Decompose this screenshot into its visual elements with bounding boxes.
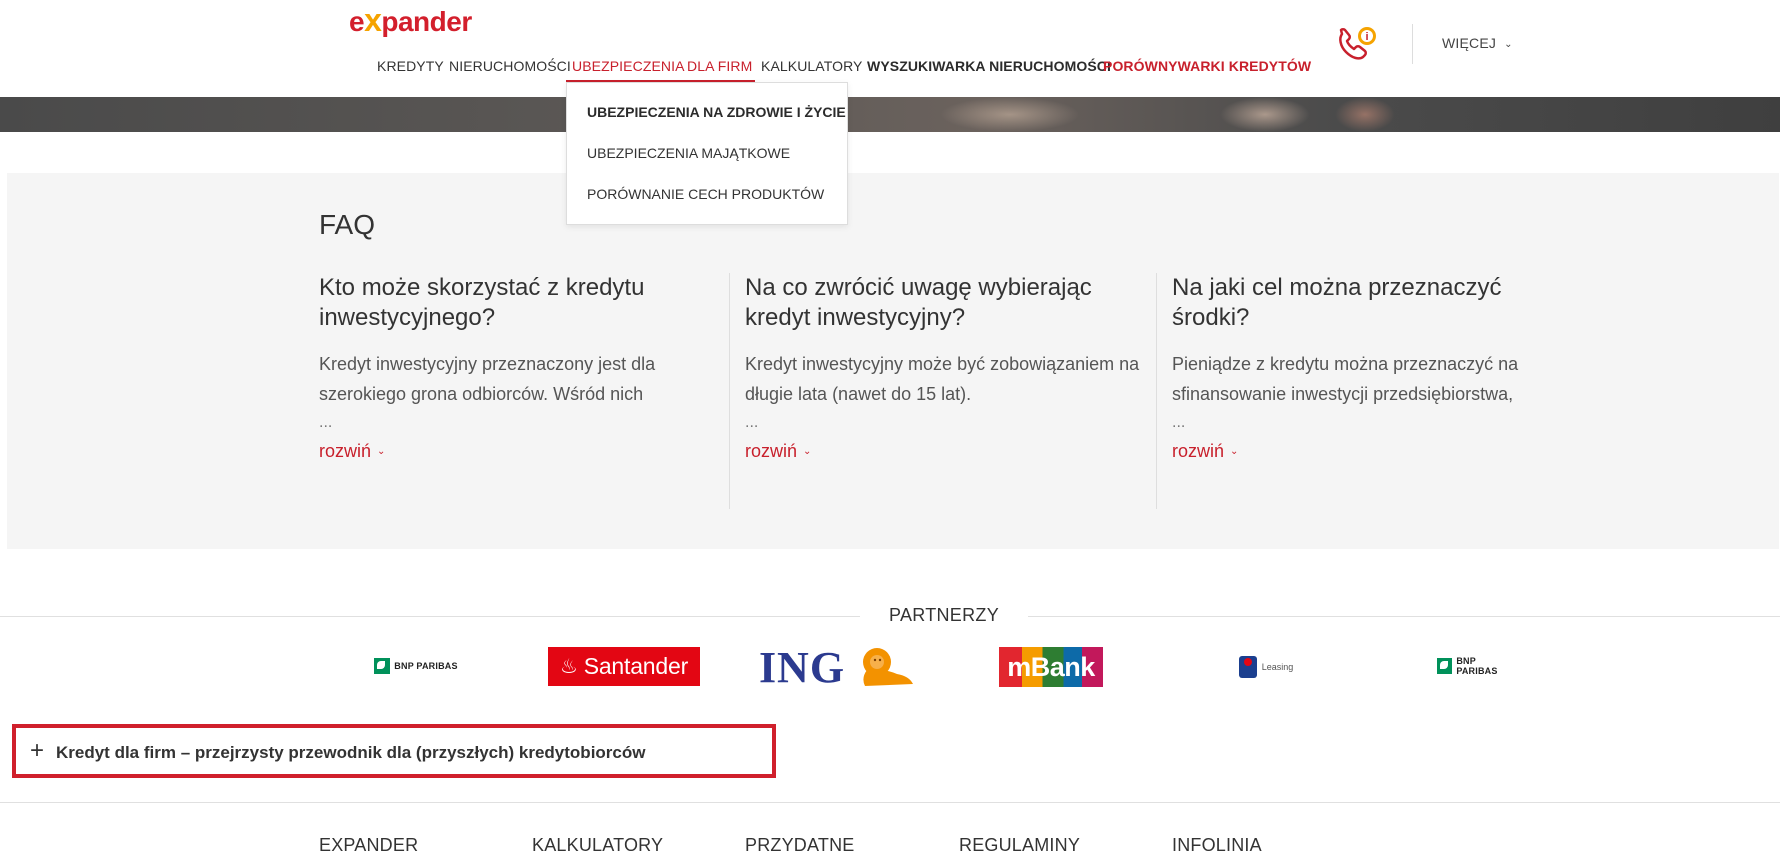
partner-logo-bnp-paribas[interactable]: BNP PARIBAS <box>1437 656 1517 676</box>
footer-heading-expander[interactable]: EXPANDER <box>319 835 418 856</box>
dropdown-item-porownanie[interactable]: PORÓWNANIE CECH PRODUKTÓW <box>587 186 824 202</box>
more-label: WIĘCEJ <box>1442 35 1497 51</box>
pko-mark-icon <box>1238 656 1257 678</box>
faq-ellipsis: ... <box>745 414 759 431</box>
faq-question: Kto może skorzystać z kredytu inwestycyj… <box>319 274 645 331</box>
more-menu-button[interactable]: WIĘCEJ ⌄ <box>1442 35 1513 51</box>
faq-expand-link[interactable]: rozwiń ⌄ <box>1172 441 1238 462</box>
dropdown-item-majatkowe[interactable]: UBEZPIECZENIA MAJĄTKOWE <box>587 145 790 161</box>
footer-heading-infolinia[interactable]: INFOLINIA <box>1172 835 1262 856</box>
faq-item: Na jaki cel można przeznaczyć środki? Pi… <box>1172 273 1542 462</box>
partners-divider-left <box>0 616 860 617</box>
nav-kalkulatory[interactable]: KALKULATORY <box>761 58 862 74</box>
hero-image-strip <box>0 97 1780 132</box>
faq-ellipsis: ... <box>319 414 333 431</box>
chevron-down-icon: ⌄ <box>1230 446 1239 457</box>
footer-heading-regulaminy[interactable]: REGULAMINY <box>959 835 1080 856</box>
faq-question: Na co zwrócić uwagę wybierając kredyt in… <box>745 274 1092 331</box>
faq-section: FAQ Kto może skorzystać z kredytu inwest… <box>7 173 1779 549</box>
main-nav: KREDYTY NIERUCHOMOŚCI UBEZPIECZENIA DLA … <box>0 58 1780 80</box>
partner-logo-bnp-paribas[interactable]: BNP PARIBAS <box>371 656 461 676</box>
footer-heading-przydatne[interactable]: PRZYDATNE <box>745 835 854 856</box>
dropdown-item-zdrowie-zycie[interactable]: UBEZPIECZENIA NA ZDROWIE I ŻYCIE <box>587 104 846 120</box>
faq-expand-link[interactable]: rozwiń ⌄ <box>745 441 811 462</box>
bnp-leaf-icon <box>374 658 391 674</box>
partners-divider-right <box>1028 616 1780 617</box>
faq-separator <box>729 273 730 509</box>
site-header: expander KREDYTY NIERUCHOMOŚCI UBEZPIECZ… <box>0 0 1780 97</box>
nav-kredyty[interactable]: KREDYTY <box>377 58 444 74</box>
info-badge-text: i <box>1365 31 1368 43</box>
chevron-down-icon: ⌄ <box>1504 39 1513 50</box>
nav-wyszukiwarka-nieruchomosci[interactable]: WYSZUKIWARKA NIERUCHOMOŚCI <box>867 58 1111 74</box>
bnp-leaf-icon <box>1437 658 1453 674</box>
expander-logo[interactable]: expander <box>349 2 472 39</box>
faq-expand-link[interactable]: rozwiń ⌄ <box>319 441 385 462</box>
faq-item: Kto może skorzystać z kredytu inwestycyj… <box>319 273 679 462</box>
footer-heading-kalkulatory[interactable]: KALKULATORY <box>532 835 663 856</box>
faq-answer: Pieniądze z kredytu można przeznaczyć na… <box>1172 354 1519 404</box>
faq-item: Na co zwrócić uwagę wybierając kredyt in… <box>745 273 1145 462</box>
faq-question: Na jaki cel można przeznaczyć środki? <box>1172 274 1502 331</box>
chevron-down-icon: ⌄ <box>803 446 812 457</box>
nav-dla-firm[interactable]: DLA FIRM <box>687 58 752 74</box>
faq-separator <box>1156 273 1157 509</box>
santander-flame-icon: ♨ <box>559 656 578 678</box>
nav-ubezpieczenia[interactable]: UBEZPIECZENIA <box>572 58 685 74</box>
partner-logo-mbank[interactable]: mBank <box>999 647 1103 687</box>
faq-ellipsis: ... <box>1172 414 1186 431</box>
partners-title: PARTNERZY <box>888 605 1000 625</box>
phone-info-icon[interactable]: i <box>1336 24 1380 64</box>
chevron-down-icon: ⌄ <box>377 446 386 457</box>
partner-logo-santander[interactable]: ♨ Santander <box>548 647 700 686</box>
nav-nieruchomosci[interactable]: NIERUCHOMOŚCI <box>449 58 571 74</box>
plus-icon: + <box>30 737 45 764</box>
faq-title: FAQ <box>319 209 376 240</box>
ubezpieczenia-dropdown: UBEZPIECZENIA NA ZDROWIE I ŻYCIE UBEZPIE… <box>566 82 848 225</box>
faq-answer: Kredyt inwestycyjny przeznaczony jest dl… <box>319 354 656 404</box>
partner-logo-pko-leasing[interactable]: Leasing <box>1236 654 1296 680</box>
partner-logo-ing[interactable]: ING <box>756 643 920 692</box>
faq-answer: Kredyt inwestycyjny może być zobowiązani… <box>745 354 1140 404</box>
nav-porownywarki-kredytow[interactable]: PORÓWNYWARKI KREDYTÓW <box>1103 58 1311 74</box>
credit-guide-accordion[interactable]: + Kredyt dla firm – przejrzysty przewodn… <box>12 724 776 778</box>
header-divider <box>1412 24 1413 64</box>
footer-divider <box>0 802 1780 803</box>
ing-lion-icon <box>863 648 914 686</box>
accordion-title: Kredyt dla firm – przejrzysty przewodnik… <box>56 743 646 762</box>
